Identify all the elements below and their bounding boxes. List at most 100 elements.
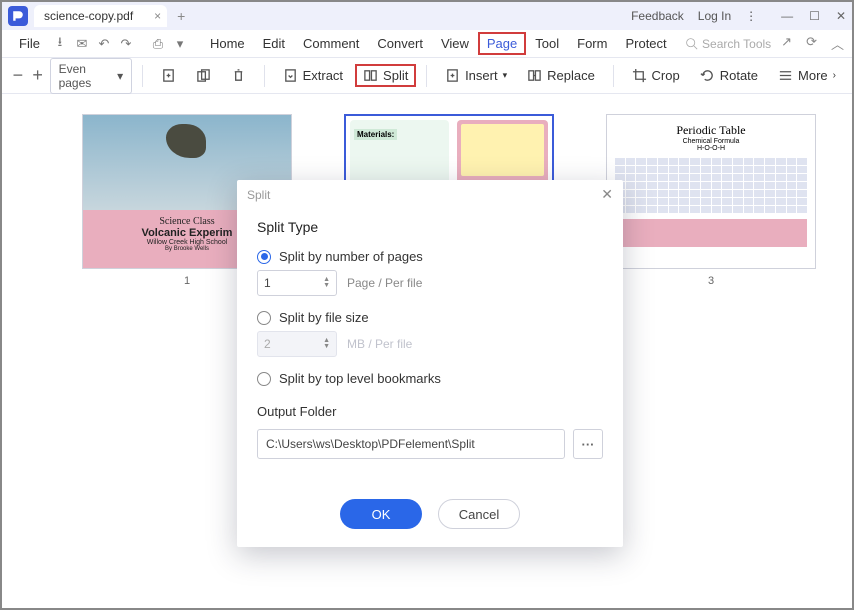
menu-view[interactable]: View: [432, 36, 478, 51]
crop-label: Crop: [652, 68, 680, 83]
close-tab-icon[interactable]: ×: [154, 9, 161, 23]
rotate-label: Rotate: [720, 68, 758, 83]
menu-protect[interactable]: Protect: [616, 36, 675, 51]
close-dialog-icon[interactable]: ✕: [601, 186, 613, 203]
pages-value: 1: [264, 276, 271, 290]
new-tab-button[interactable]: +: [177, 8, 185, 24]
page-toolbar: − + Even pages ▾ Extract Split Insert ▾ …: [2, 58, 852, 94]
cancel-button[interactable]: Cancel: [438, 499, 520, 529]
extract-button[interactable]: Extract: [275, 64, 351, 87]
opt-split-size[interactable]: Split by file size: [257, 310, 603, 325]
split-label: Split: [383, 68, 408, 83]
menu-comment[interactable]: Comment: [294, 36, 368, 51]
split-dialog: Split ✕ Split Type Split by number of pa…: [237, 180, 623, 547]
opt-split-bookmarks[interactable]: Split by top level bookmarks: [257, 371, 603, 386]
size-unit: MB / Per file: [347, 337, 412, 351]
delete-page-button[interactable]: [223, 64, 254, 87]
spin-down-icon: ▼: [323, 344, 330, 350]
menubar: File ⭳ ✉ ↶ ↷ ⎙ ▾ Home Edit Comment Conve…: [2, 30, 852, 58]
radio-pages[interactable]: [257, 250, 271, 264]
replace-label: Replace: [547, 68, 595, 83]
search-icon: [685, 37, 698, 50]
cancel-label: Cancel: [459, 507, 499, 522]
cloud-icon[interactable]: ⟳: [806, 34, 817, 53]
size-input: 2 ▲▼: [257, 331, 337, 357]
browse-button[interactable]: ···: [573, 429, 603, 459]
chevron-down-icon[interactable]: ▾: [169, 36, 191, 52]
pages-input[interactable]: 1 ▲▼: [257, 270, 337, 296]
opt-size-label: Split by file size: [279, 310, 369, 325]
ok-label: OK: [372, 507, 391, 522]
thumb2-materials: Materials:: [354, 129, 397, 140]
close-window-icon[interactable]: ✕: [836, 9, 846, 23]
menu-convert[interactable]: Convert: [368, 36, 432, 51]
opt-bookmarks-label: Split by top level bookmarks: [279, 371, 441, 386]
crop-button[interactable]: Crop: [624, 64, 688, 87]
undo-icon[interactable]: ↶: [93, 36, 115, 52]
search-placeholder: Search Tools: [702, 37, 771, 51]
extract-label: Extract: [303, 68, 343, 83]
page-thumb-3[interactable]: Periodic Table Chemical Formula H-O-O-H …: [606, 114, 816, 590]
menu-home[interactable]: Home: [201, 36, 254, 51]
page-selector-value: Even pages: [59, 62, 118, 90]
zoom-in-button[interactable]: +: [30, 65, 46, 86]
login-link[interactable]: Log In: [698, 9, 731, 23]
radio-bookmarks[interactable]: [257, 372, 271, 386]
output-path-input[interactable]: C:\Users\ws\Desktop\PDFelement\Split: [257, 429, 565, 459]
mail-icon[interactable]: ✉: [71, 36, 93, 52]
divider: [613, 65, 614, 87]
replace-button[interactable]: Replace: [519, 64, 603, 87]
search-tools[interactable]: Search Tools: [685, 37, 771, 51]
page-selector[interactable]: Even pages ▾: [50, 58, 133, 94]
save-icon[interactable]: ⭳: [49, 33, 71, 55]
thumb3-title: Periodic Table: [615, 123, 807, 138]
menu-file[interactable]: File: [10, 36, 49, 51]
spin-down-icon[interactable]: ▼: [323, 283, 330, 289]
kebab-icon[interactable]: ⋮: [745, 9, 757, 23]
share-icon[interactable]: ↗: [781, 34, 792, 53]
zoom-out-button[interactable]: −: [10, 65, 26, 86]
collapse-icon[interactable]: ︿: [831, 34, 844, 53]
periodic-grid: [615, 158, 807, 213]
pages-unit: Page / Per file: [347, 276, 422, 290]
chevron-down-icon: ▾: [503, 70, 508, 81]
menu-tool[interactable]: Tool: [526, 36, 568, 51]
tab-label: science-copy.pdf: [44, 9, 133, 23]
ok-button[interactable]: OK: [340, 499, 422, 529]
chevron-right-icon: ›: [833, 70, 836, 81]
thumb3-number: 3: [606, 275, 816, 287]
dialog-title: Split: [247, 188, 270, 202]
feedback-link[interactable]: Feedback: [631, 9, 684, 23]
browse-label: ···: [582, 437, 595, 452]
chevron-down-icon: ▾: [117, 69, 123, 83]
menu-form[interactable]: Form: [568, 36, 616, 51]
size-value: 2: [264, 337, 271, 351]
output-path-value: C:\Users\ws\Desktop\PDFelement\Split: [266, 437, 475, 451]
insert-label: Insert: [465, 68, 498, 83]
menu-edit[interactable]: Edit: [254, 36, 294, 51]
divider: [264, 65, 265, 87]
output-heading: Output Folder: [257, 404, 603, 419]
insert-button[interactable]: Insert ▾: [437, 64, 515, 87]
app-icon: [8, 6, 28, 26]
more-label: More: [798, 68, 828, 83]
print-icon[interactable]: ⎙: [147, 36, 169, 52]
rotate-button[interactable]: Rotate: [692, 64, 766, 87]
opt-split-pages[interactable]: Split by number of pages: [257, 249, 603, 264]
split-type-heading: Split Type: [257, 219, 603, 235]
maximize-icon[interactable]: ☐: [809, 9, 820, 23]
titlebar: science-copy.pdf × + Feedback Log In ⋮ —…: [2, 2, 852, 30]
insert-blank-button[interactable]: [153, 64, 184, 87]
divider: [142, 65, 143, 87]
radio-size[interactable]: [257, 311, 271, 325]
menu-page[interactable]: Page: [478, 32, 526, 55]
divider: [426, 65, 427, 87]
document-tab[interactable]: science-copy.pdf ×: [34, 5, 167, 27]
thumb3-sub1: Chemical Formula: [615, 138, 807, 145]
split-button[interactable]: Split: [355, 64, 416, 87]
copy-page-button[interactable]: [188, 64, 219, 87]
minimize-icon[interactable]: —: [781, 9, 793, 23]
opt-pages-label: Split by number of pages: [279, 249, 423, 264]
redo-icon[interactable]: ↷: [115, 36, 137, 52]
more-button[interactable]: More ›: [770, 64, 844, 87]
